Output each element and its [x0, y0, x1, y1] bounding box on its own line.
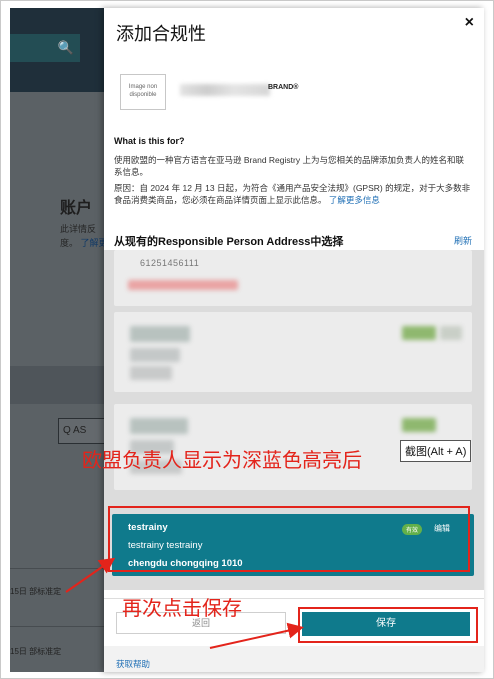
brand-name-suffix: BRAND® — [268, 84, 299, 91]
divider — [10, 626, 105, 627]
annotation-highlight-box — [108, 506, 470, 572]
brand-name-blurred — [180, 84, 270, 96]
background-row: 15日 部标准定 — [10, 647, 62, 656]
panel-footer — [104, 646, 484, 672]
background-page-title: 账户 — [60, 200, 93, 217]
blurred-name — [130, 418, 188, 434]
blurred-status — [402, 326, 436, 340]
learn-more-link[interactable]: 了解更多信息 — [329, 195, 380, 205]
get-help-link[interactable]: 获取帮助 — [116, 658, 150, 670]
blurred-status — [402, 418, 436, 432]
annotation-highlight-note: 欧盟负责人显示为深蓝色高亮后 — [82, 450, 362, 472]
blurred-contact — [128, 280, 238, 290]
blurred-edit — [440, 326, 462, 340]
blurred-address — [130, 366, 172, 380]
panel-title: 添加合规性 — [116, 24, 206, 44]
close-icon[interactable]: × — [465, 14, 474, 32]
annotation-save-box — [298, 607, 478, 643]
background-subtitle-text: 度。 — [60, 238, 79, 248]
address-card[interactable]: 61251456111 — [114, 250, 472, 306]
address-card[interactable] — [114, 312, 472, 392]
select-address-heading: 从现有的Responsible Person Address中选择 — [114, 236, 344, 248]
what-is-this-heading: What is this for? — [114, 136, 185, 146]
divider — [10, 568, 105, 569]
screenshot-tooltip: 截图(Alt + A) — [400, 440, 472, 462]
background-row: 15日 部标准定 — [10, 587, 62, 596]
add-compliance-panel: 添加合规性 × Image non disponible BRAND® What… — [104, 8, 484, 672]
description-text: 使用欧盟的一种官方语言在亚马逊 Brand Registry 上为与您相关的品牌… — [114, 155, 464, 177]
reason-text: 原因：自 2024 年 12 月 13 日起，为符合《通用产品安全法规》(GPS… — [114, 182, 472, 206]
annotation-save-note: 再次点击保存 — [122, 598, 242, 620]
blurred-address — [130, 348, 180, 362]
blurred-name — [130, 326, 190, 342]
reason-text-body: 原因：自 2024 年 12 月 13 日起，为符合《通用产品安全法规》(GPS… — [114, 183, 471, 205]
address-phone: 61251456111 — [140, 258, 200, 268]
background-subtitle: 此详情反 — [60, 224, 97, 234]
search-icon: 🔍 — [57, 40, 75, 55]
brand-image-placeholder: Image non disponible — [120, 74, 166, 110]
background-subtitle-line2: 度。 了解更 — [60, 236, 108, 249]
refresh-link[interactable]: 刷新 — [454, 234, 472, 247]
